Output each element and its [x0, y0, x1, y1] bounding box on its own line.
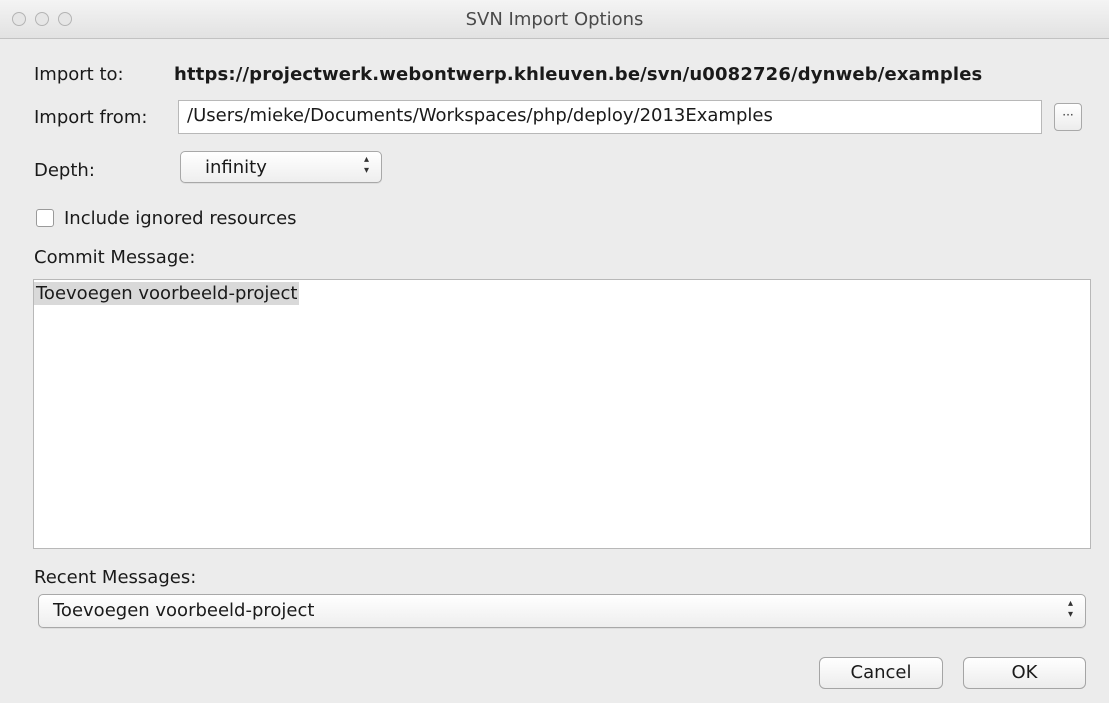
ok-button[interactable]: OK [963, 657, 1086, 689]
cancel-button[interactable]: Cancel [819, 657, 943, 689]
depth-value: infinity [205, 157, 267, 178]
include-ignored-checkbox[interactable] [36, 209, 54, 227]
import-from-label: Import from: [34, 107, 148, 128]
import-to-label: Import to: [34, 64, 124, 85]
recent-messages-label: Recent Messages: [34, 567, 197, 588]
window-title: SVN Import Options [465, 9, 644, 30]
import-to-url: https://projectwerk.webontwerp.khleuven.… [174, 64, 983, 85]
recent-messages-value: Toevoegen voorbeeld-project [53, 600, 315, 621]
svn-import-dialog: SVN Import Options Import to: https://pr… [0, 0, 1109, 703]
include-ignored-label: Include ignored resources [64, 208, 297, 229]
up-down-chevron-icon: ▴ ▾ [1067, 598, 1073, 620]
up-down-chevron-icon: ▴ ▾ [363, 154, 369, 176]
commit-message-text: Toevoegen voorbeeld-project [34, 282, 300, 305]
commit-message-textarea[interactable]: Toevoegen voorbeeld-project [33, 279, 1091, 549]
browse-button[interactable]: ··· [1054, 103, 1082, 131]
title-bar: SVN Import Options [0, 0, 1109, 39]
recent-messages-select[interactable]: Toevoegen voorbeeld-project ▴ ▾ [38, 594, 1086, 628]
import-from-field[interactable]: /Users/mieke/Documents/Workspaces/php/de… [178, 100, 1042, 134]
depth-label: Depth: [34, 160, 95, 181]
commit-message-label: Commit Message: [34, 247, 196, 268]
depth-select[interactable]: infinity ▴ ▾ [180, 151, 382, 183]
